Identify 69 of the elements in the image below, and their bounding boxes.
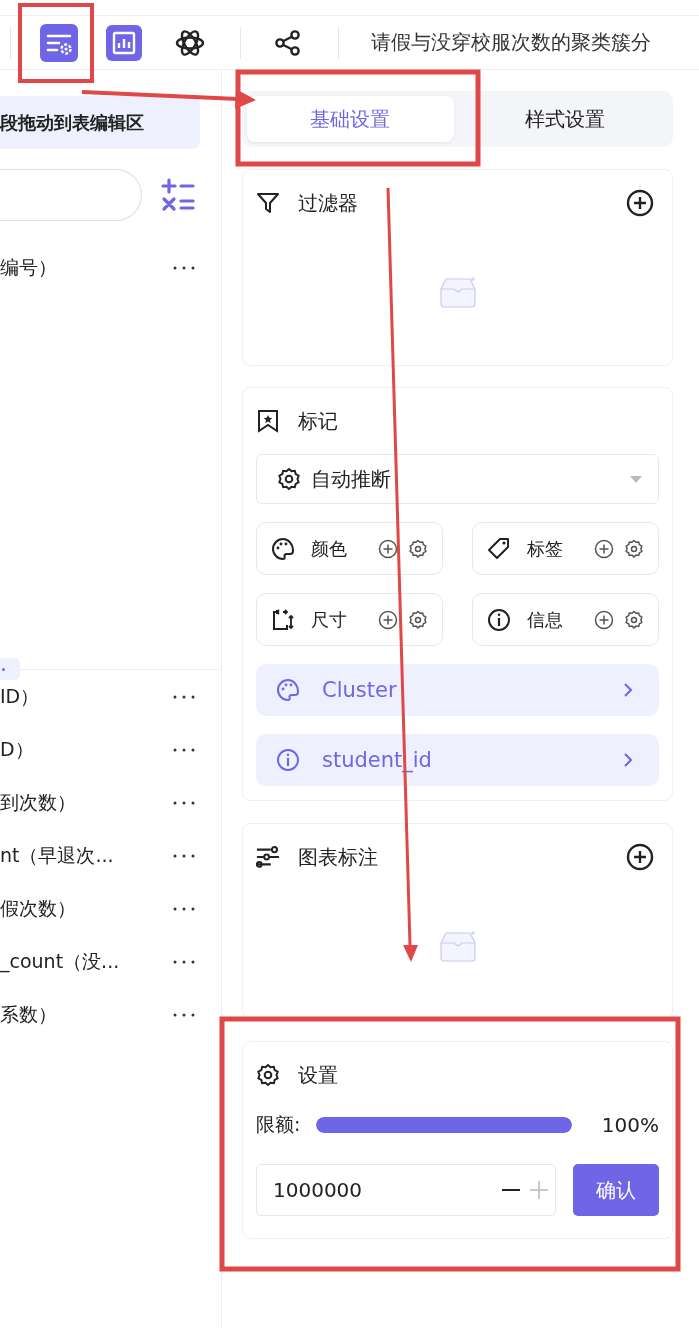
palette-icon [276, 678, 300, 702]
number-field[interactable]: 1000000 [256, 1164, 556, 1216]
chevron-right-icon [623, 682, 633, 698]
encoding-label: 信息 [527, 607, 564, 632]
add-icon[interactable] [626, 843, 654, 871]
encoding-label: 颜色 [311, 536, 348, 561]
encoding-slot[interactable]: 尺寸 [256, 593, 443, 646]
gear-icon [256, 1063, 280, 1087]
more-icon[interactable] [173, 747, 195, 752]
info-icon [276, 748, 300, 772]
limit-slider[interactable] [316, 1117, 573, 1133]
chart-title: 请假与没穿校服次数的聚类簇分 [371, 29, 651, 56]
add-icon[interactable] [594, 538, 614, 559]
add-icon[interactable] [626, 189, 654, 217]
add-icon[interactable] [378, 609, 398, 630]
more-icon[interactable] [173, 1012, 195, 1017]
field-name[interactable]: 系数） [0, 1001, 57, 1028]
encoding-label: 尺寸 [311, 607, 348, 632]
more-icon[interactable] [173, 906, 195, 911]
settings-icon[interactable] [624, 609, 644, 630]
settings-icon[interactable] [408, 538, 428, 559]
info-icon [487, 607, 511, 632]
encoding-label: 标签 [527, 536, 564, 561]
resize-icon [271, 607, 295, 632]
settings-icon[interactable] [408, 609, 428, 630]
gear-icon [277, 467, 301, 491]
bar-chart-icon[interactable] [106, 24, 142, 61]
section-title: 设置 [298, 1061, 339, 1089]
field-name[interactable]: nt（早退次... [0, 842, 114, 869]
caret-icon [630, 475, 642, 483]
dropdown-value: 自动推断 [311, 465, 392, 493]
tag-icon [487, 536, 511, 561]
section-title: 图表标注 [298, 843, 379, 871]
add-icon[interactable] [594, 609, 614, 630]
more-icon[interactable] [173, 265, 195, 270]
palette-icon [271, 536, 295, 561]
add-icon[interactable] [378, 538, 398, 559]
more-icon[interactable] [173, 800, 195, 805]
search-field[interactable] [0, 169, 142, 221]
field-name[interactable]: D） [0, 736, 34, 763]
settings-panel-icon[interactable] [40, 23, 78, 62]
encoded-field[interactable]: Cluster [256, 664, 659, 716]
field-name[interactable]: ID） [0, 683, 40, 710]
encoding-slot[interactable]: 标签 [472, 522, 659, 575]
encoding-slot[interactable]: 信息 [472, 593, 659, 646]
calculator-icon[interactable] [161, 178, 195, 212]
section-title: 过滤器 [298, 189, 359, 217]
filter-icon [256, 191, 280, 215]
drag-hint-button[interactable]: 段拖动到表编辑区 [0, 96, 200, 149]
settings-icon[interactable] [624, 538, 644, 559]
limit-label: 限额: [256, 1112, 301, 1137]
section-tag [0, 658, 20, 680]
bookmark-star-icon [256, 409, 280, 433]
section-title: 标记 [298, 407, 339, 435]
tab[interactable]: 基础设置 [247, 96, 454, 142]
confirm-button[interactable]: 确认 [573, 1164, 659, 1216]
field-name[interactable]: 到次数） [0, 789, 76, 816]
field-name[interactable]: 假次数） [0, 895, 76, 922]
mark-type-dropdown[interactable]: 自动推断 [256, 454, 659, 504]
field-name[interactable]: 编号） [0, 254, 57, 281]
more-icon[interactable] [173, 694, 195, 699]
more-icon[interactable] [173, 853, 195, 858]
field-name[interactable]: _count（没... [0, 948, 120, 975]
chevron-right-icon [623, 752, 633, 768]
share-icon[interactable] [274, 28, 302, 57]
more-icon[interactable] [173, 959, 195, 964]
sliders-icon [256, 845, 280, 869]
limit-percentage: 100% [601, 1113, 659, 1137]
tab[interactable]: 样式设置 [461, 96, 668, 142]
